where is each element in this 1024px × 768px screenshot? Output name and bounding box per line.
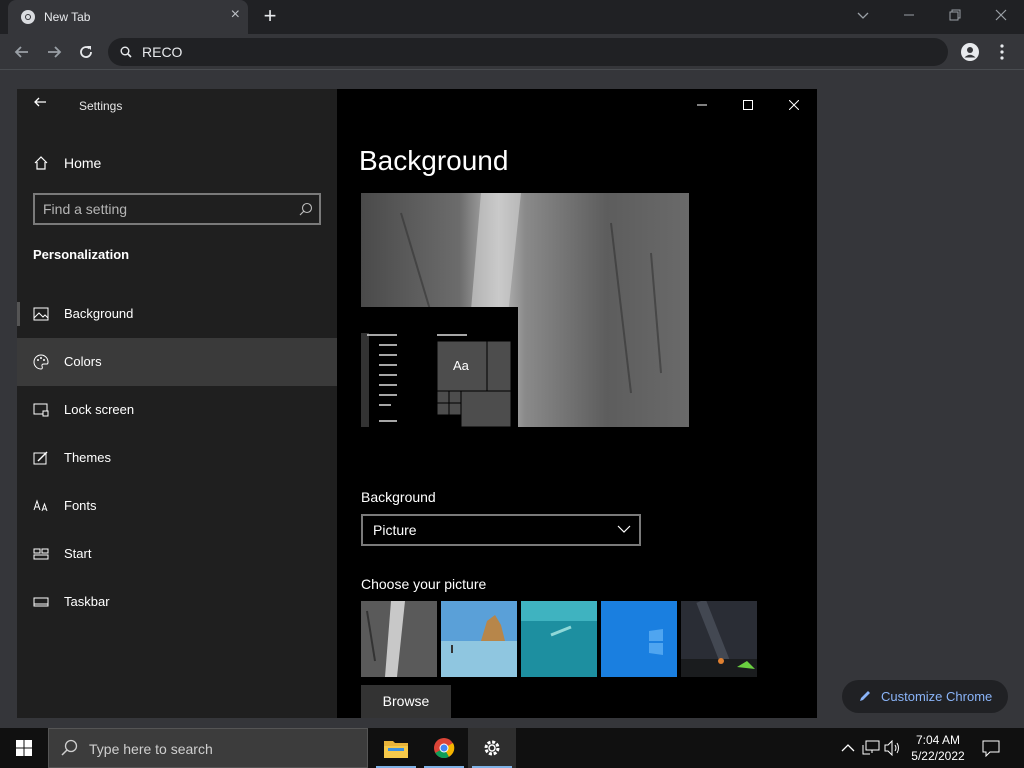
find-setting-box[interactable] [33,193,321,225]
settings-content: Background Aa Background Picture Choose … [337,89,817,718]
close-icon[interactable] [771,89,817,121]
taskbar-clock[interactable]: 7:04 AM 5/22/2022 [906,732,970,764]
find-setting-input[interactable] [43,200,283,218]
file-explorer-icon[interactable] [372,728,420,768]
sidebar-item-background[interactable]: Background [17,290,337,338]
address-bar[interactable]: RECO [108,38,948,66]
picture-thumb-night-sky[interactable] [681,599,757,679]
chrome-taskbar-icon[interactable] [420,728,468,768]
customize-chrome-button[interactable]: Customize Chrome [842,680,1008,713]
sidebar-item-start[interactable]: Start [17,530,337,578]
tab-close-button[interactable]: × [231,7,240,23]
sidebar-item-label: Lock screen [64,402,135,417]
picture-thumb-underwater[interactable] [521,601,597,677]
sidebar-item-label: Colors [64,354,102,369]
taskbar-icon [33,597,49,607]
windows-start-icon[interactable] [0,728,48,768]
window-title: Settings [79,99,123,113]
sidebar-item-label: Taskbar [64,594,110,609]
sidebar-item-colors[interactable]: Colors [17,338,337,386]
windows-taskbar: Type here to search 7:04 AM 5/22/2022 [0,728,1024,768]
search-icon [61,739,78,756]
search-icon [299,202,313,216]
sidebar-item-themes[interactable]: Themes [17,434,337,482]
picture-thumb-beach[interactable] [441,601,517,677]
home-icon [34,156,48,170]
chevron-down-icon [617,525,631,533]
pencil-icon [860,691,870,701]
back-arrow-icon[interactable] [10,40,34,64]
settings-taskbar-icon[interactable] [468,728,516,768]
address-bar-text: RECO [142,44,183,60]
lock-screen-icon [33,403,49,417]
profile-icon[interactable] [958,40,982,64]
forward-arrow-icon[interactable] [42,40,66,64]
search-icon [120,46,132,58]
sidebar-item-label: Start [64,546,92,561]
picture-thumb-rock[interactable] [361,601,437,677]
back-arrow-icon[interactable] [33,95,47,114]
tab-title: New Tab [44,10,91,24]
home-nav[interactable]: Home [33,153,323,173]
sidebar-item-label: Fonts [64,498,97,513]
picture-icon [33,307,49,321]
fonts-icon [33,499,48,512]
background-type-label: Background [361,489,436,505]
dropdown-value: Picture [373,522,417,538]
home-label: Home [64,155,102,171]
tab-new-tab[interactable]: New Tab × [8,0,248,34]
background-preview: Aa [361,193,689,427]
clock-time: 7:04 AM [915,733,961,747]
themes-icon [33,451,48,465]
close-window-icon[interactable] [978,0,1024,30]
chrome-icon [21,10,35,24]
palette-icon [33,354,49,370]
background-type-dropdown[interactable]: Picture [361,514,641,546]
restore-icon[interactable] [932,0,978,30]
menu-dots-icon[interactable] [990,40,1014,64]
clock-date: 5/22/2022 [911,749,965,763]
taskbar-search-box[interactable]: Type here to search [48,728,368,768]
sidebar-item-label: Background [64,306,134,321]
customize-chrome-label: Customize Chrome [881,689,993,704]
browse-button[interactable]: Browse [361,685,451,718]
browser-toolbar: RECO [0,34,1024,70]
minimize-icon[interactable] [679,89,725,121]
tab-strip: New Tab × + [0,0,1024,34]
selected-indicator [17,302,20,326]
sidebar-item-taskbar[interactable]: Taskbar [17,578,337,626]
settings-window: Settings Home Personalization Background… [17,89,817,718]
volume-icon[interactable] [884,738,904,758]
tab-search-chevron-icon[interactable] [840,0,886,30]
section-title: Personalization [33,247,130,262]
picture-thumb-windows-light[interactable] [601,601,677,677]
page-title: Background [359,145,509,176]
sidebar-item-label: Themes [64,450,111,465]
minimize-icon[interactable] [886,0,932,30]
sidebar-item-lock-screen[interactable]: Lock screen [17,386,337,434]
start-icon [33,548,49,560]
settings-sidebar: Settings Home Personalization Background… [17,89,337,718]
reload-icon[interactable] [74,40,98,64]
new-tab-button[interactable]: + [258,4,282,28]
chevron-up-icon[interactable] [838,738,858,758]
rock-wallpaper-image [361,193,689,427]
taskbar-search-text: Type here to search [89,741,213,757]
preview-sample-text: Aa [453,358,469,373]
network-icon[interactable] [862,738,882,758]
maximize-icon[interactable] [725,89,771,121]
choose-picture-label: Choose your picture [361,576,487,592]
notification-icon[interactable] [982,738,1002,758]
sidebar-item-fonts[interactable]: Fonts [17,482,337,530]
